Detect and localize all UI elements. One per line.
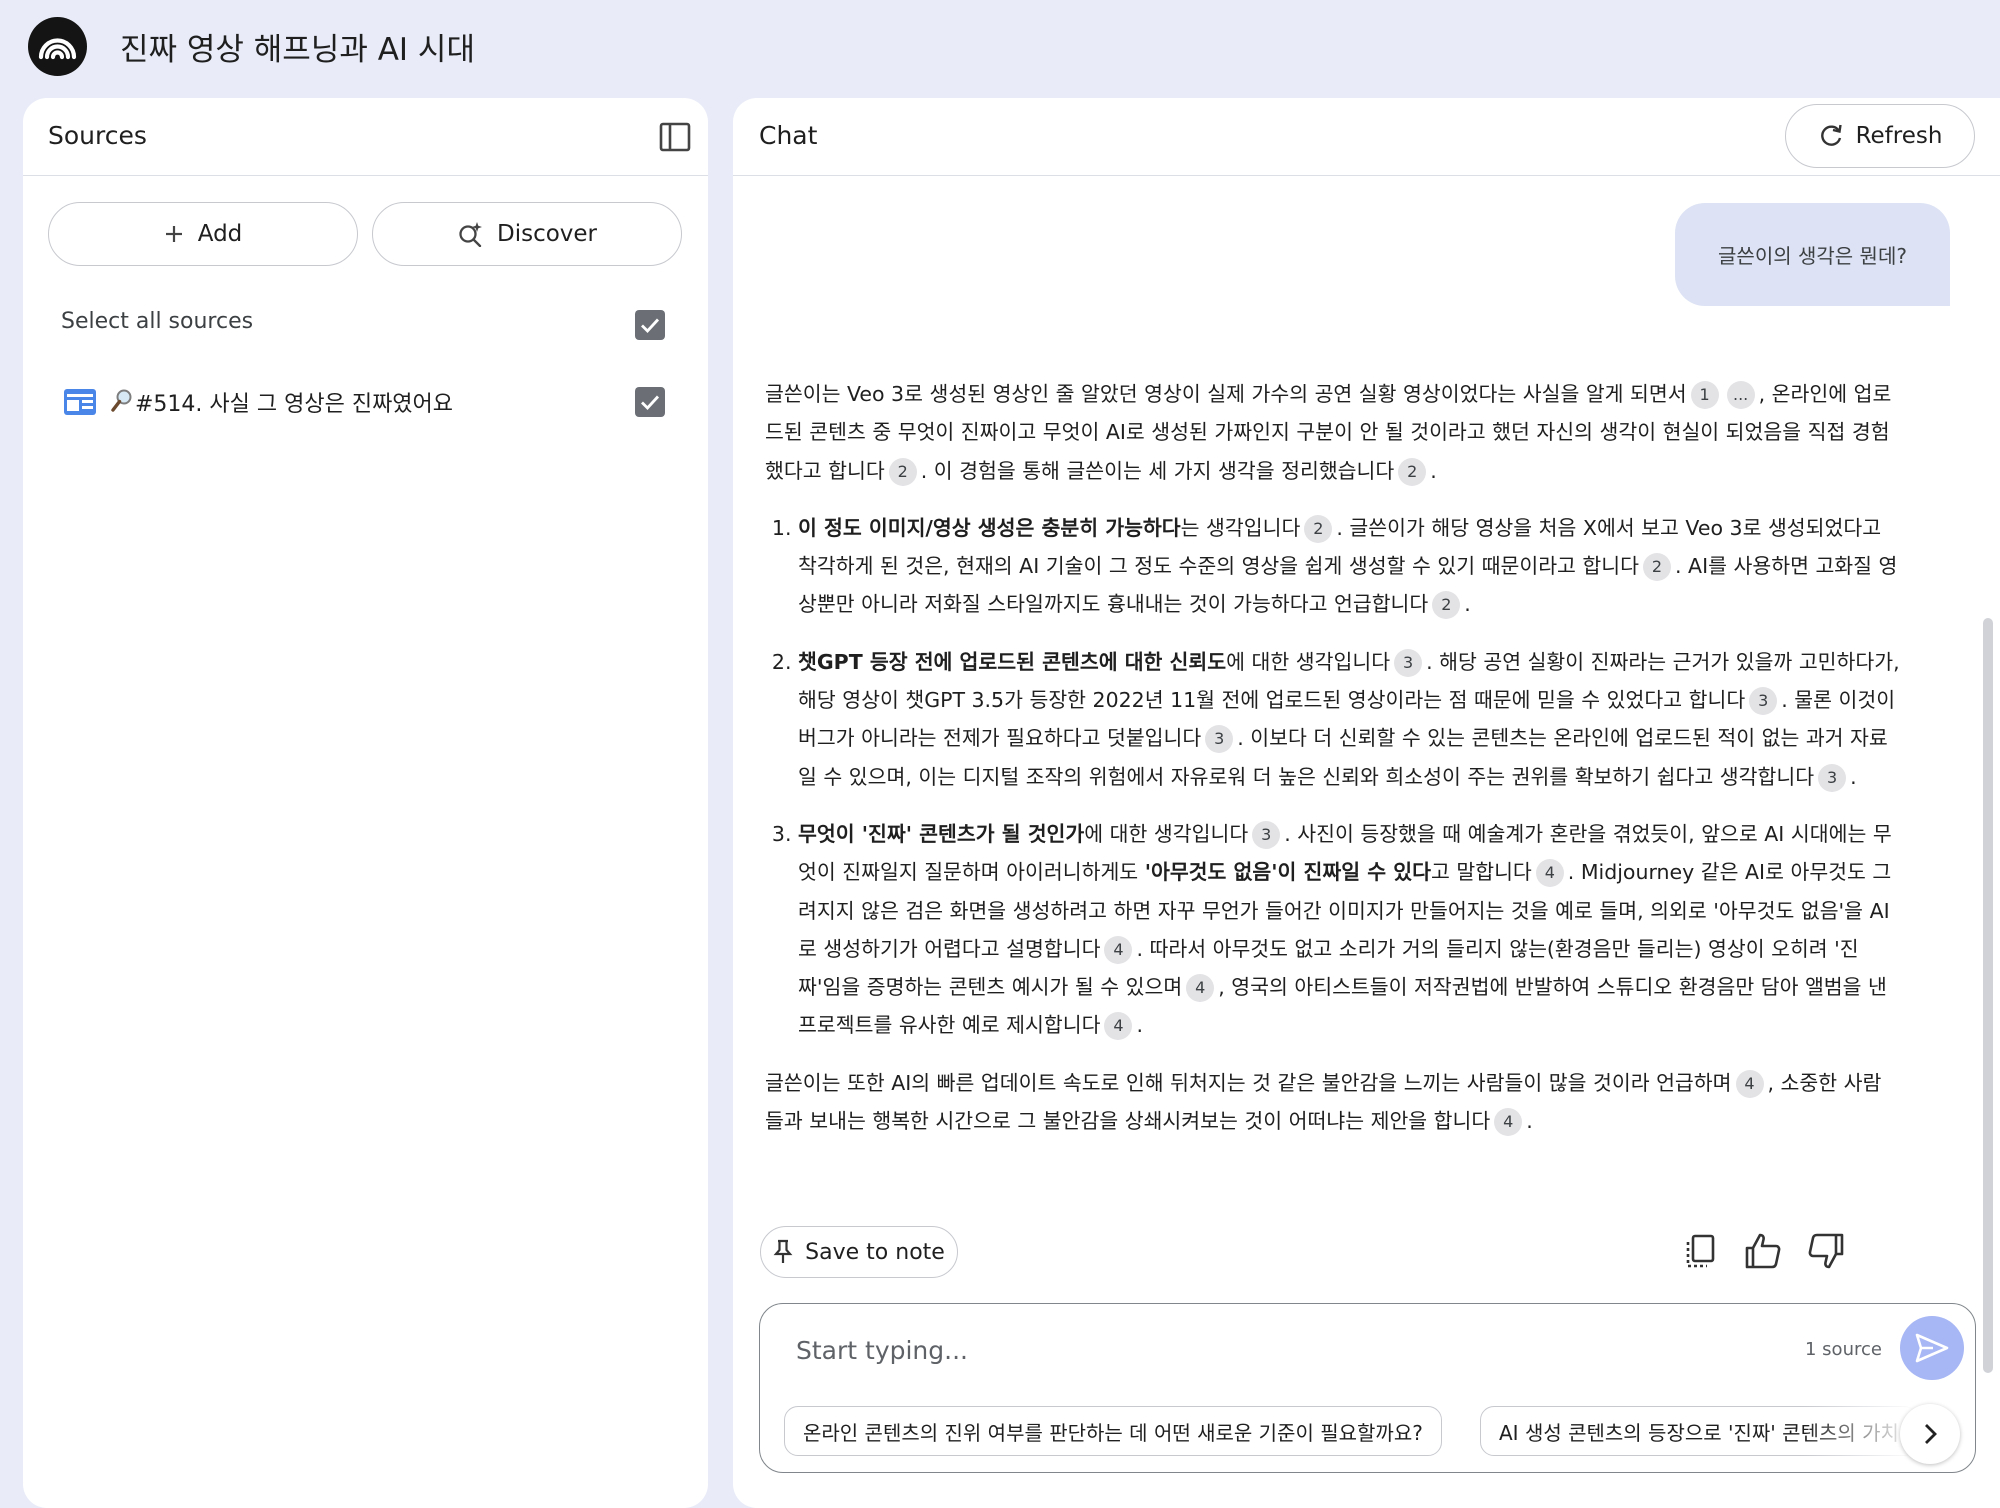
citation-chip[interactable]: 4 <box>1186 974 1215 1003</box>
copy-icon[interactable] <box>1681 1231 1721 1271</box>
citation-chip[interactable]: 2 <box>1304 514 1333 543</box>
source-item-checkbox[interactable] <box>635 387 665 417</box>
sources-header: Sources <box>23 98 708 176</box>
discover-sources-button[interactable]: Discover <box>372 202 682 266</box>
chat-input[interactable] <box>796 1326 1756 1374</box>
citation-chip[interactable]: 4 <box>1104 935 1133 964</box>
citation-chip[interactable]: 2 <box>1398 457 1427 486</box>
citation-chip[interactable]: 3 <box>1252 820 1281 849</box>
answer-text: . <box>1464 592 1471 617</box>
send-button[interactable] <box>1900 1316 1964 1380</box>
citation-chip[interactable]: 3 <box>1749 687 1778 716</box>
send-icon <box>1915 1333 1949 1363</box>
suggestion-chip[interactable]: 온라인 콘텐츠의 진위 여부를 판단하는 데 어떤 새로운 기준이 필요할까요? <box>784 1406 1442 1456</box>
chevron-right-icon <box>1925 1424 1937 1444</box>
answer-text: . <box>1850 764 1857 789</box>
sources-panel: Sources Add Discover Select all sources <box>23 98 708 1508</box>
thumbs-up-icon[interactable] <box>1743 1231 1783 1271</box>
answer-text: 글쓴이는 Veo 3로 생성된 영상인 줄 알았던 영상이 실제 가수의 공연 … <box>765 382 1687 406</box>
notebook-title[interactable]: 진짜 영상 해프닝과 AI 시대 <box>120 24 475 69</box>
answer-text: 고 말합니다 <box>1430 860 1532 885</box>
answer-list-item: 챗GPT 등장 전에 업로드된 콘텐츠에 대한 신뢰도에 대한 생각입니다3. … <box>798 643 1900 796</box>
answer-text: 에 대한 생각입니다 <box>1084 821 1249 846</box>
pin-icon <box>773 1239 793 1263</box>
answer-list-item: 무엇이 '진짜' 콘텐츠가 될 것인가에 대한 생각입니다3. 사진이 등장했을… <box>798 815 1900 1045</box>
answer-text: 는 생각입니다 <box>1180 515 1301 540</box>
suggestion-chips: 온라인 콘텐츠의 진위 여부를 판단하는 데 어떤 새로운 기준이 필요할까요?… <box>784 1406 1944 1458</box>
source-item[interactable]: #514. 사실 그 영상은 진짜였어요 <box>53 378 678 428</box>
save-to-note-label: Save to note <box>805 1239 945 1265</box>
refresh-label: Refresh <box>1855 123 1943 149</box>
citation-chip[interactable]: 2 <box>1432 591 1461 620</box>
answer-bold-text: '아무것도 없음'이 진짜일 수 있다 <box>1144 860 1431 885</box>
answer-text: 에 대한 생각입니다 <box>1226 649 1391 674</box>
user-message-bubble: 글쓴이의 생각은 뭔데? <box>1675 203 1950 306</box>
discover-label: Discover <box>496 221 598 247</box>
next-suggestions-button[interactable] <box>1900 1404 1960 1464</box>
sparkle-search-icon <box>459 222 482 247</box>
select-all-checkbox[interactable] <box>635 310 665 340</box>
user-message-text: 글쓴이의 생각은 뭔데? <box>1718 244 1907 268</box>
answer-list-item: 이 정도 이미지/영상 생성은 충분히 가능하다는 생각입니다2. 글쓴이가 해… <box>798 509 1900 624</box>
notebooklm-logo-icon[interactable] <box>28 17 87 76</box>
source-count: 1 source <box>1805 1339 1882 1360</box>
assistant-answer: 글쓴이는 Veo 3로 생성된 영상인 줄 알았던 영상이 실제 가수의 공연 … <box>765 375 1900 1159</box>
chat-composer: 1 source 온라인 콘텐츠의 진위 여부를 판단하는 데 어떤 새로운 기… <box>759 1303 1976 1473</box>
answer-text: . <box>1136 1013 1143 1038</box>
answer-text: . <box>1526 1109 1533 1134</box>
refresh-button[interactable]: Refresh <box>1785 104 1975 168</box>
answer-text: . <box>1430 458 1437 483</box>
plus-icon <box>165 226 182 242</box>
citation-chip[interactable]: 4 <box>1735 1069 1764 1098</box>
top-bar: 진짜 영상 해프닝과 AI 시대 <box>0 0 2000 96</box>
answer-intro: 글쓴이는 Veo 3로 생성된 영상인 줄 알았던 영상이 실제 가수의 공연 … <box>765 375 1900 490</box>
add-source-button[interactable]: Add <box>48 202 358 266</box>
citation-chip[interactable]: ... <box>1726 381 1755 409</box>
citation-chip[interactable]: 4 <box>1535 859 1564 888</box>
thumbs-down-icon[interactable] <box>1806 1231 1846 1271</box>
checkmark-icon <box>641 318 660 334</box>
answer-bold-text: 챗GPT 등장 전에 업로드된 콘텐츠에 대한 신뢰도 <box>798 649 1227 674</box>
answer-bold-text: 무엇이 '진짜' 콘텐츠가 될 것인가 <box>798 821 1085 846</box>
article-icon <box>64 389 96 415</box>
citation-chip[interactable]: 1 <box>1690 381 1719 409</box>
add-source-label: Add <box>197 221 243 247</box>
sidebar-toggle-icon[interactable] <box>658 120 692 154</box>
citation-chip[interactable]: 2 <box>888 457 917 486</box>
citation-chip[interactable]: 4 <box>1494 1108 1523 1137</box>
sources-title: Sources <box>48 121 147 150</box>
answer-text: 글쓴이는 또한 AI의 빠른 업데이트 속도로 인해 뒤처지는 것 같은 불안감… <box>765 1070 1732 1095</box>
answer-outro: 글쓴이는 또한 AI의 빠른 업데이트 속도로 인해 뒤처지는 것 같은 불안감… <box>765 1064 1900 1141</box>
magnifier-emoji-icon <box>111 389 132 412</box>
source-item-label: #514. 사실 그 영상은 진짜였어요 <box>135 392 454 417</box>
chat-panel: Chat Refresh 글쓴이의 생각은 뭔데? 글쓴이는 Veo 3로 생성… <box>733 98 2000 1508</box>
save-to-note-button[interactable]: Save to note <box>760 1226 958 1278</box>
citation-chip[interactable]: 2 <box>1643 553 1672 582</box>
answer-list: 이 정도 이미지/영상 생성은 충분히 가능하다는 생각입니다2. 글쓴이가 해… <box>765 509 1900 1045</box>
citation-chip[interactable]: 3 <box>1205 725 1234 754</box>
answer-bold-text: 이 정도 이미지/영상 생성은 충분히 가능하다 <box>798 515 1181 540</box>
chat-title: Chat <box>759 121 818 150</box>
chat-header: Chat Refresh <box>733 98 2000 176</box>
citation-chip[interactable]: 4 <box>1104 1012 1133 1041</box>
select-all-label: Select all sources <box>61 309 254 334</box>
refresh-icon <box>1820 124 1842 146</box>
citation-chip[interactable]: 3 <box>1394 648 1423 677</box>
checkmark-icon <box>641 395 660 411</box>
citation-chip[interactable]: 3 <box>1818 763 1847 792</box>
chat-scrollbar[interactable] <box>1983 618 1993 1373</box>
answer-text: . 이 경험을 통해 글쓴이는 세 가지 생각을 정리했습니다 <box>920 458 1395 483</box>
